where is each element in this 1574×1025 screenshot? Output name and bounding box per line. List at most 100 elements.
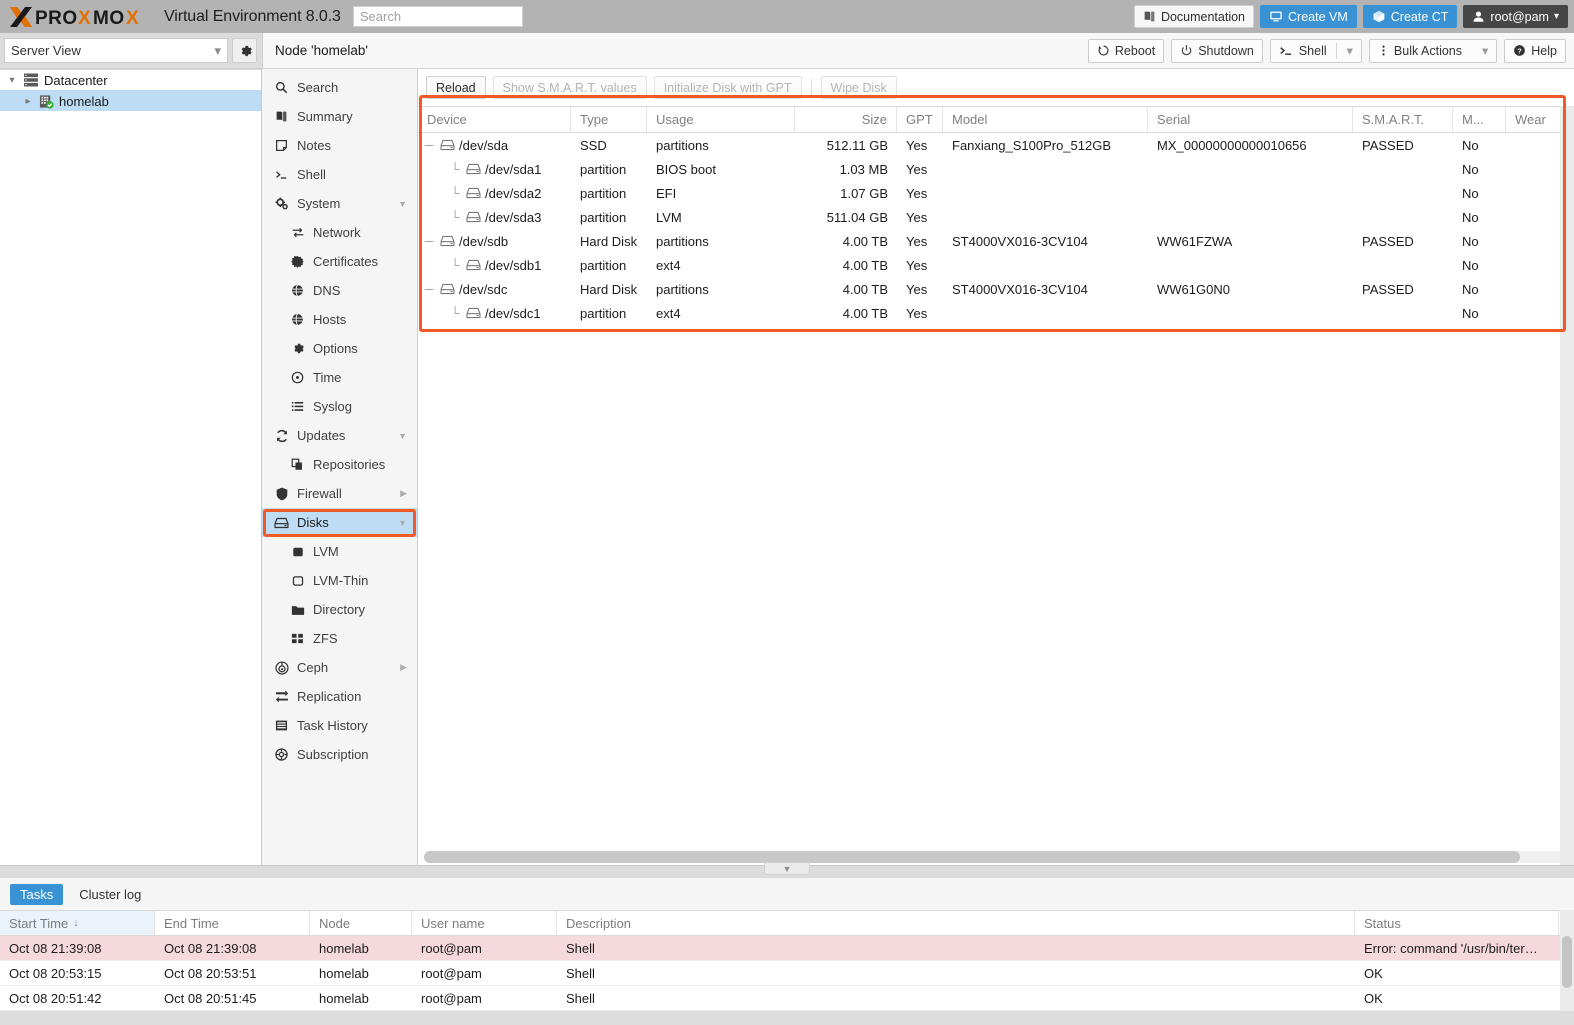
disks-hscroll[interactable] <box>418 849 1574 865</box>
nav-item-summary[interactable]: Summary <box>262 102 417 131</box>
log-vscroll[interactable] <box>1560 910 1574 1011</box>
scrollbar-thumb[interactable] <box>424 851 1521 863</box>
column-header-gpt[interactable]: GPT <box>897 107 943 132</box>
tree-item-homelab[interactable]: ▸ homelab <box>0 90 261 111</box>
nav-item-repositories[interactable]: Repositories <box>262 450 417 479</box>
nav-item-options[interactable]: Options <box>262 334 417 363</box>
column-header-status[interactable]: Status <box>1355 911 1559 935</box>
help-button[interactable]: ? Help <box>1504 38 1566 63</box>
nav-item-subscription[interactable]: Subscription <box>262 740 417 769</box>
log-row[interactable]: Oct 08 21:39:08 Oct 08 21:39:08 homelab roo… <box>0 936 1574 961</box>
column-header-smart[interactable]: S.M.A.R.T. <box>1353 107 1453 132</box>
tree-expander-glyph[interactable]: └ <box>448 258 462 272</box>
scrollbar-thumb[interactable] <box>1562 936 1572 988</box>
table-row[interactable]: ─ /dev/sdb Hard Disk partitions 4.00 TB Yes ST… <box>418 229 1574 253</box>
column-header-node[interactable]: Node <box>310 911 412 935</box>
column-header-usage[interactable]: Usage <box>647 107 795 132</box>
book-icon <box>274 110 289 123</box>
nav-item-network[interactable]: Network <box>262 218 417 247</box>
shutdown-button[interactable]: Shutdown <box>1171 38 1263 63</box>
log-row[interactable]: Oct 08 20:53:15 Oct 08 20:53:51 homelab roo… <box>0 961 1574 986</box>
column-header-size[interactable]: Size <box>795 107 897 132</box>
tree-expander-glyph[interactable]: ─ <box>422 282 436 296</box>
column-header-wearout[interactable]: Wear <box>1506 107 1566 132</box>
nav-item-dns[interactable]: DNS <box>262 276 417 305</box>
column-header-mounted[interactable]: M... <box>1453 107 1506 132</box>
initialize-disk-gpt-button[interactable]: Initialize Disk with GPT <box>653 76 802 99</box>
nav-item-search[interactable]: Search <box>262 73 417 102</box>
nav-item-system[interactable]: System ▼ <box>262 189 417 218</box>
documentation-button[interactable]: Documentation <box>1133 5 1255 28</box>
tree-expander-glyph[interactable]: └ <box>448 186 462 200</box>
reboot-button[interactable]: Reboot <box>1087 38 1165 63</box>
panel-splitter[interactable]: ▼ <box>0 862 1574 878</box>
chevron-down-icon[interactable]: ▼ <box>398 518 407 528</box>
nav-item-ceph[interactable]: Ceph ▶ <box>262 653 417 682</box>
column-header-description[interactable]: Description <box>557 911 1355 935</box>
chevron-right-icon[interactable]: ▶ <box>400 662 407 673</box>
column-header-user-name[interactable]: User name <box>412 911 557 935</box>
collapse-handle[interactable]: ▼ <box>764 862 810 875</box>
nav-item-directory[interactable]: Directory <box>262 595 417 624</box>
tree-expander-glyph[interactable]: ─ <box>422 138 436 152</box>
user-menu-button[interactable]: root@pam ▾ <box>1463 5 1568 28</box>
chevron-down-icon[interactable]: ▾ <box>1482 43 1494 58</box>
chevron-down-icon[interactable]: ▼ <box>398 431 407 441</box>
tree-expander-glyph[interactable]: └ <box>448 306 462 320</box>
create-ct-button[interactable]: Create CT <box>1362 5 1458 28</box>
nav-item-updates[interactable]: Updates ▼ <box>262 421 417 450</box>
settings-button[interactable] <box>232 38 257 63</box>
reload-button[interactable]: Reload <box>426 76 486 99</box>
nav-item-time[interactable]: Time <box>262 363 417 392</box>
nav-item-notes[interactable]: Notes <box>262 131 417 160</box>
nav-item-task-history[interactable]: Task History <box>262 711 417 740</box>
nav-item-disks[interactable]: Disks ▼ <box>262 508 417 537</box>
nav-item-lvm[interactable]: LVM <box>262 537 417 566</box>
column-header-end-time[interactable]: End Time <box>155 911 310 935</box>
tree-item-datacenter[interactable]: ▾ Datacenter <box>0 69 261 90</box>
tree-expander-glyph[interactable]: └ <box>448 162 462 176</box>
table-row[interactable]: └ /dev/sda1 partition BIOS boot 1.03 MB Yes No <box>418 157 1574 181</box>
chevron-right-icon[interactable]: ▶ <box>400 488 407 499</box>
scrollbar-track[interactable] <box>424 851 1566 863</box>
column-header-start-time[interactable]: Start Time ↓ <box>0 911 155 935</box>
nav-item-lvm-thin[interactable]: LVM-Thin <box>262 566 417 595</box>
tab-cluster-log[interactable]: Cluster log <box>69 884 151 905</box>
bulk-actions-button[interactable]: Bulk Actions ▾ <box>1368 38 1498 63</box>
create-vm-button[interactable]: Create VM <box>1260 5 1357 28</box>
cell-mounted: No <box>1462 233 1479 249</box>
shell-button[interactable]: Shell ▾ <box>1269 38 1362 63</box>
nav-item-certificates[interactable]: Certificates <box>262 247 417 276</box>
proxmox-logo[interactable]: PRO X MO X Virtual Environment 8.0.3 <box>8 0 341 33</box>
log-row[interactable]: Oct 08 20:51:42 Oct 08 20:51:45 homelab roo… <box>0 986 1574 1011</box>
nav-item-replication[interactable]: Replication <box>262 682 417 711</box>
nav-item-hosts[interactable]: Hosts <box>262 305 417 334</box>
table-row[interactable]: └ /dev/sdb1 partition ext4 4.00 TB Yes No <box>418 253 1574 277</box>
cell-smart: PASSED <box>1362 137 1414 153</box>
column-header-serial[interactable]: Serial <box>1148 107 1353 132</box>
column-header-device[interactable]: Device <box>418 107 571 132</box>
table-row[interactable]: ─ /dev/sdc Hard Disk partitions 4.00 TB Yes ST… <box>418 277 1574 301</box>
global-search-input[interactable]: Search <box>352 6 523 27</box>
table-row[interactable]: ─ /dev/sda SSD partitions 512.11 GB Yes Fanxia… <box>418 133 1574 157</box>
nav-item-shell[interactable]: Shell <box>262 160 417 189</box>
wipe-disk-button[interactable]: Wipe Disk <box>820 76 897 99</box>
column-header-model[interactable]: Model <box>943 107 1148 132</box>
disks-vscroll[interactable] <box>1560 106 1574 865</box>
table-row[interactable]: └ /dev/sda2 partition EFI 1.07 GB Yes No <box>418 181 1574 205</box>
nav-item-zfs[interactable]: ZFS <box>262 624 417 653</box>
show-smart-values-button[interactable]: Show S.M.A.R.T. values <box>492 76 647 99</box>
column-header-type[interactable]: Type <box>571 107 647 132</box>
nav-item-syslog[interactable]: Syslog <box>262 392 417 421</box>
chevron-down-icon[interactable]: ▾ <box>1347 43 1359 58</box>
nav-item-firewall[interactable]: Firewall ▶ <box>262 479 417 508</box>
chevron-down-icon[interactable]: ▼ <box>398 199 407 209</box>
tree-expander-glyph[interactable]: ─ <box>422 234 436 248</box>
tree-expander-glyph[interactable]: └ <box>448 210 462 224</box>
chevron-right-icon[interactable]: ▸ <box>22 96 34 107</box>
chevron-down-icon[interactable]: ▾ <box>6 75 18 86</box>
table-row[interactable]: └ /dev/sdc1 partition ext4 4.00 TB Yes No <box>418 301 1574 325</box>
server-view-select[interactable]: Server View ▾ <box>4 38 228 63</box>
table-row[interactable]: └ /dev/sda3 partition LVM 511.04 GB Yes No <box>418 205 1574 229</box>
tab-tasks[interactable]: Tasks <box>10 883 64 905</box>
